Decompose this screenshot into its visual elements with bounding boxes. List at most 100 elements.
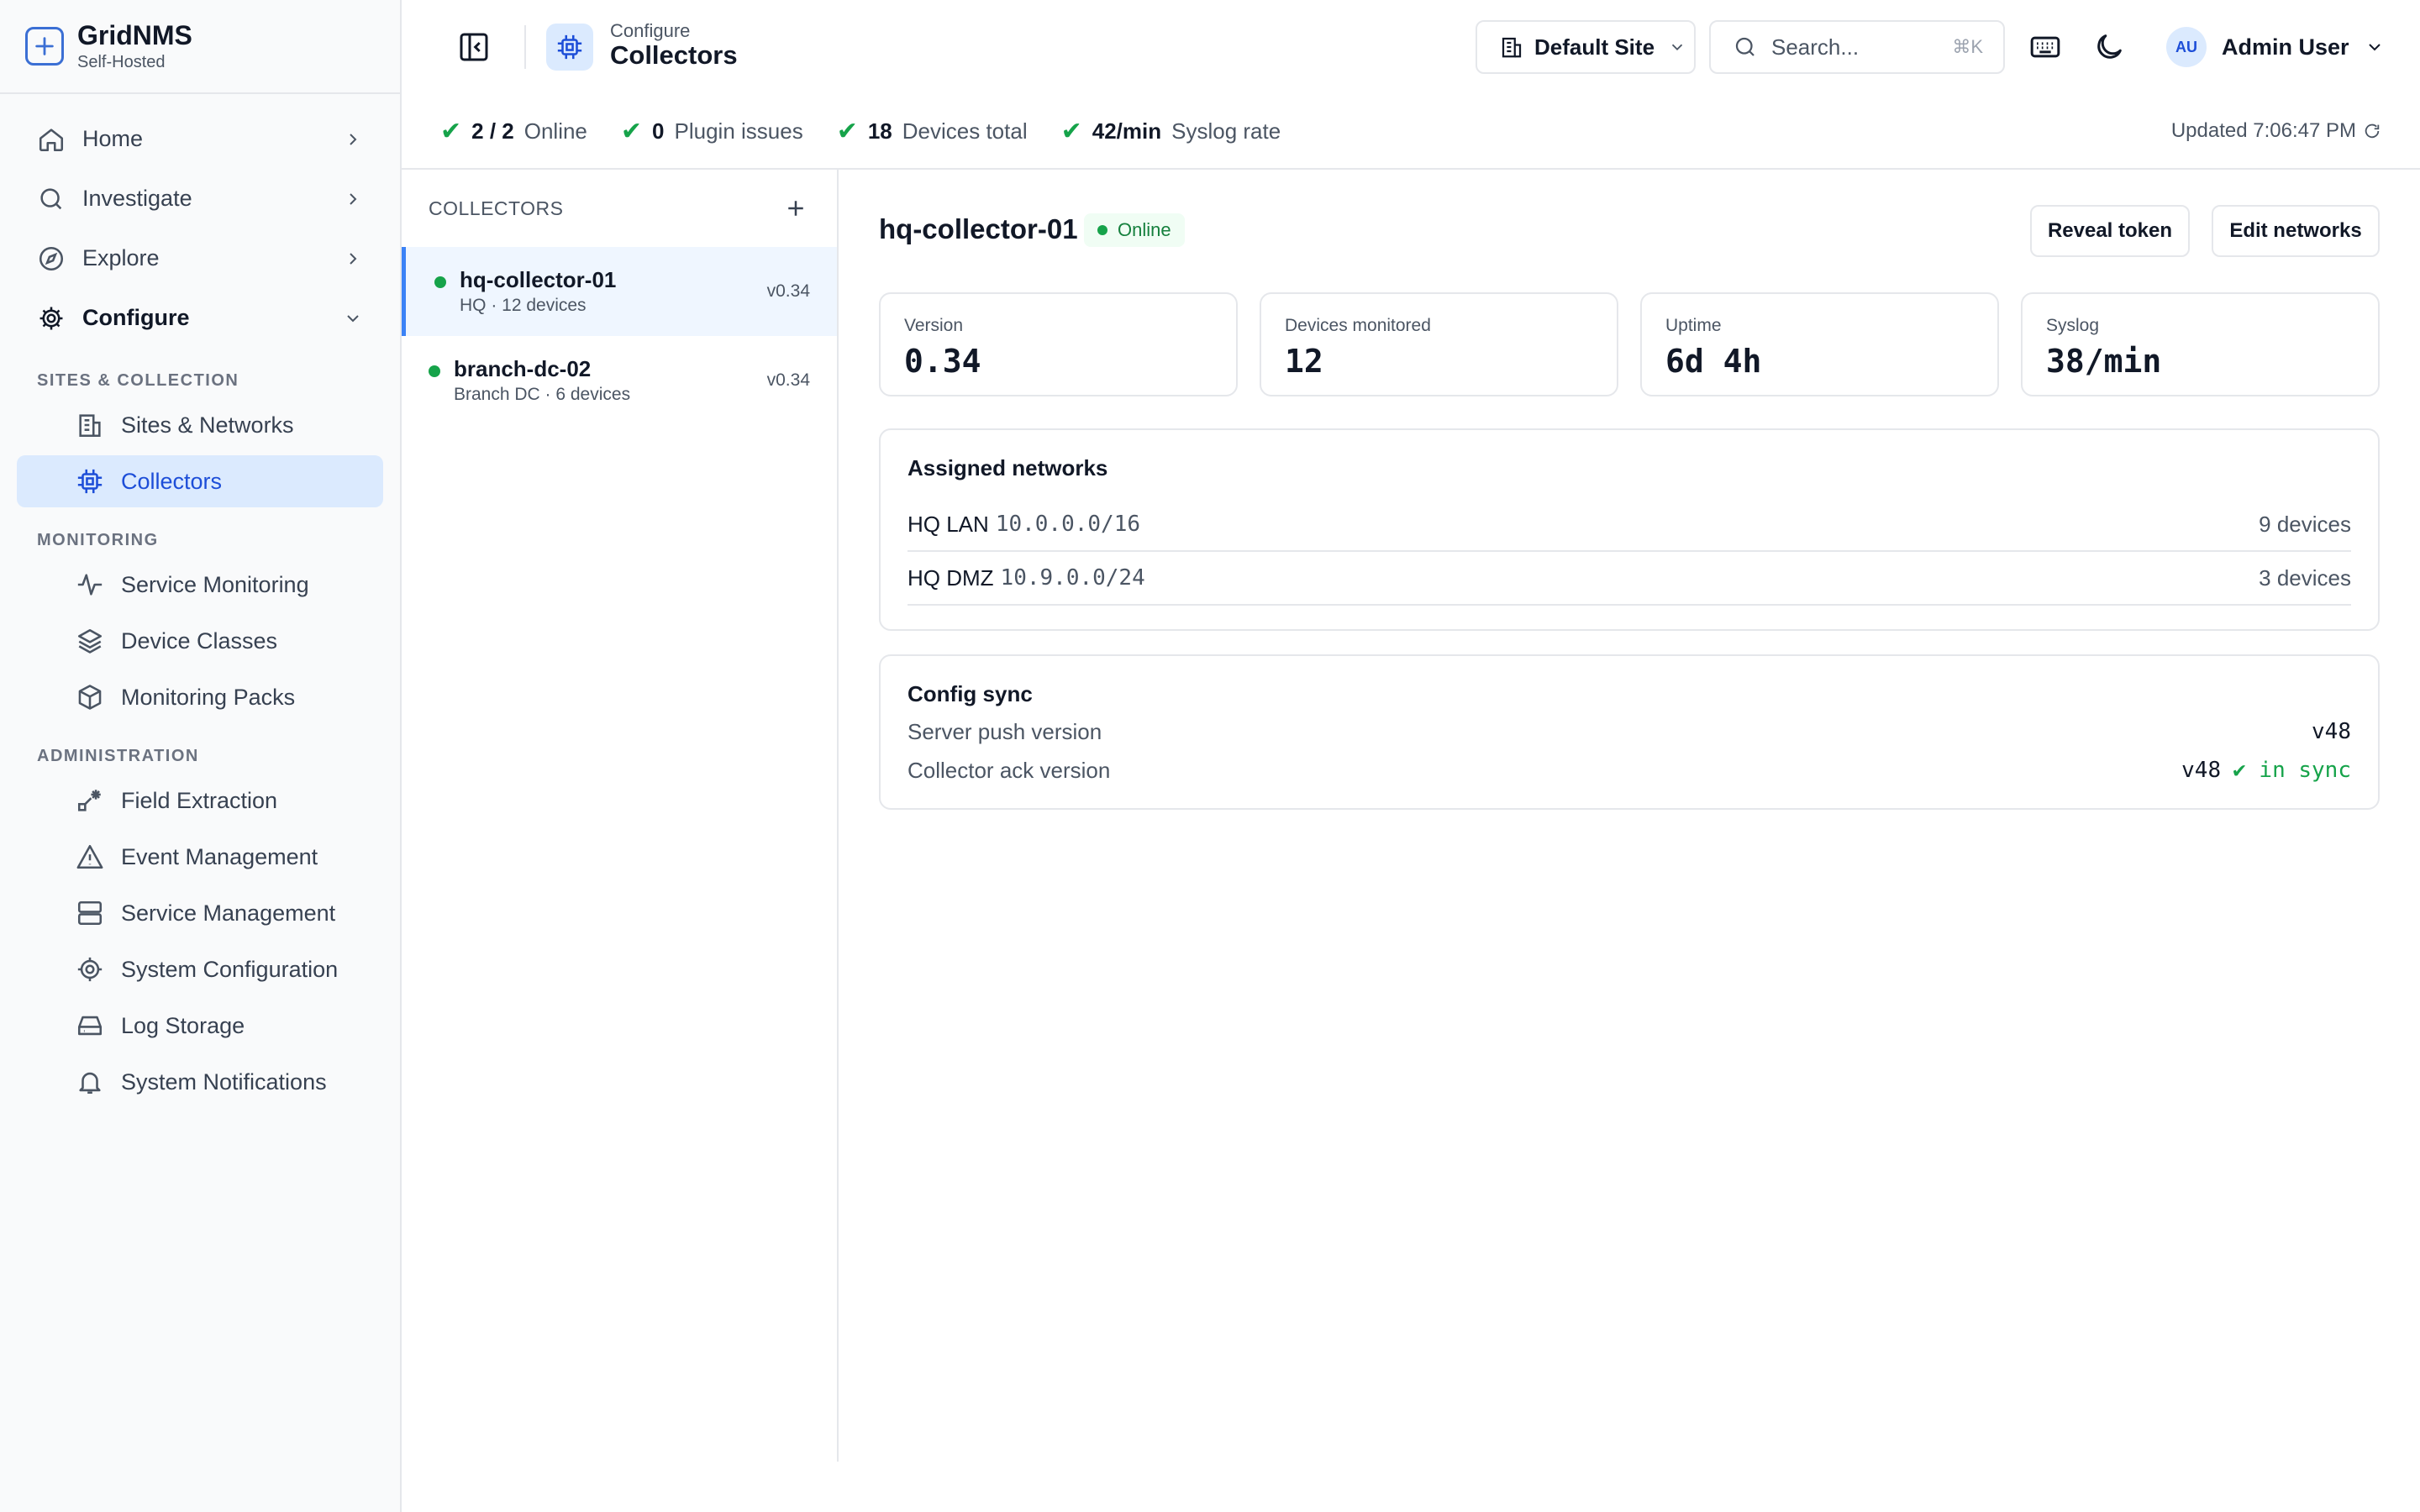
section-sites-collection: SITES & COLLECTION bbox=[37, 371, 239, 390]
moon-icon[interactable] bbox=[2092, 30, 2126, 64]
network-devices: 3 devices bbox=[2259, 564, 2351, 591]
nav-log-storage-label: Log Storage bbox=[121, 1012, 245, 1038]
network-name: HQ LAN bbox=[908, 511, 989, 537]
nav-service-monitoring-label: Service Monitoring bbox=[121, 571, 309, 597]
card-uptime: Uptime 6d 4h bbox=[1640, 292, 1999, 396]
nav-system-configuration[interactable]: System Configuration bbox=[17, 943, 383, 995]
user-menu[interactable]: AU Admin User bbox=[2166, 24, 2385, 71]
add-collector-icon[interactable] bbox=[783, 196, 808, 221]
updated-timestamp[interactable]: Updated 7:06:47 PM bbox=[2171, 119, 2381, 143]
nav-investigate-label: Investigate bbox=[82, 186, 192, 211]
nav-log-storage[interactable]: Log Storage bbox=[17, 1000, 383, 1052]
list-item[interactable]: branch-dc-02 Branch DC · 6 devices v0.34 bbox=[402, 336, 837, 425]
edit-networks-button[interactable]: Edit networks bbox=[2212, 205, 2380, 257]
online-dot bbox=[434, 276, 446, 288]
nav-home[interactable]: Home bbox=[17, 109, 383, 169]
server-push-label: Server push version bbox=[908, 718, 1102, 744]
table-row: HQ LAN 10.0.0.0/16 9 devices bbox=[908, 498, 2351, 552]
nav-configure-label: Configure bbox=[82, 305, 190, 330]
reveal-token-button[interactable]: Reveal token bbox=[2030, 205, 2190, 257]
nav-home-label: Home bbox=[82, 126, 144, 151]
chevron-down-icon bbox=[2368, 44, 2381, 51]
collector-detail: hq-collector-01 Online Reveal token Edit… bbox=[879, 170, 2380, 810]
card-label: Syslog bbox=[2046, 316, 2100, 335]
stat-label: Plugin issues bbox=[674, 118, 803, 144]
keyboard-icon[interactable] bbox=[2028, 30, 2062, 64]
top-header: Configure Collectors Default Site Search… bbox=[402, 0, 2420, 94]
collector-version: v0.34 bbox=[766, 281, 810, 301]
logo-icon bbox=[25, 27, 64, 66]
nav-event-management-label: Event Management bbox=[121, 843, 318, 869]
network-devices: 9 devices bbox=[2259, 511, 2351, 537]
search-icon bbox=[40, 187, 62, 209]
collector-ack-row: Collector ack version v48 ✔ in sync bbox=[908, 751, 2351, 790]
nav-event-management[interactable]: Event Management bbox=[17, 831, 383, 883]
refresh-icon[interactable] bbox=[2363, 122, 2381, 140]
config-sync-panel: Config sync Server push version v48 Coll… bbox=[879, 654, 2380, 810]
brand[interactable]: GridNMS Self-Hosted bbox=[0, 0, 400, 94]
assigned-networks-title: Assigned networks bbox=[908, 455, 1108, 480]
status-badge-label: Online bbox=[1118, 219, 1171, 240]
collectors-list: COLLECTORS hq-collector-01 HQ · 12 devic… bbox=[402, 170, 839, 1462]
bell-icon bbox=[79, 1072, 101, 1095]
building-icon bbox=[1502, 37, 1522, 58]
detail-title: hq-collector-01 bbox=[879, 213, 1078, 244]
nav-field-extraction[interactable]: Field Extraction bbox=[17, 774, 383, 827]
check-icon: ✔ bbox=[620, 117, 643, 145]
stat-value: 2 / 2 bbox=[471, 118, 514, 144]
nav-service-monitoring[interactable]: Service Monitoring bbox=[17, 559, 383, 611]
gear-icon bbox=[39, 307, 63, 329]
network-cidr: 10.0.0.0/16 bbox=[995, 512, 1140, 537]
nav-sites-networks[interactable]: Sites & Networks bbox=[17, 399, 383, 451]
server-push-value: v48 bbox=[2312, 719, 2351, 744]
card-devices-monitored: Devices monitored 12 bbox=[1260, 292, 1618, 396]
nav-system-notifications-label: System Notifications bbox=[121, 1068, 327, 1095]
nav-explore[interactable]: Explore bbox=[17, 228, 383, 288]
section-administration: ADMINISTRATION bbox=[37, 747, 199, 765]
cpu-icon bbox=[77, 469, 103, 494]
stat-label: Online bbox=[523, 118, 587, 144]
stat-value: 18 bbox=[867, 118, 892, 144]
nav-monitoring-packs[interactable]: Monitoring Packs bbox=[17, 671, 383, 723]
stat-label: Devices total bbox=[902, 118, 1028, 144]
site-selector[interactable]: Default Site bbox=[1476, 20, 1696, 74]
updated-text: Updated 7:06:47 PM bbox=[2170, 119, 2356, 142]
nav-configure[interactable]: Configure bbox=[17, 288, 383, 348]
list-item[interactable]: hq-collector-01 HQ · 12 devices v0.34 bbox=[402, 247, 837, 336]
check-icon: ✔ bbox=[440, 117, 462, 145]
search-placeholder: Search... bbox=[1771, 34, 1860, 60]
home-icon bbox=[39, 128, 64, 151]
status-badge: Online bbox=[1084, 213, 1185, 247]
nav-service-management-label: Service Management bbox=[121, 900, 336, 926]
online-dot bbox=[429, 365, 440, 377]
nav-service-management[interactable]: Service Management bbox=[17, 887, 383, 939]
card-version: Version 0.34 bbox=[879, 292, 1238, 396]
brand-name: GridNMS bbox=[77, 20, 192, 50]
breadcrumb-parent[interactable]: Configure bbox=[610, 20, 690, 42]
collector-ack-label: Collector ack version bbox=[908, 757, 1111, 783]
nav-collectors[interactable]: Collectors bbox=[17, 455, 383, 507]
nav-field-extraction-label: Field Extraction bbox=[121, 787, 278, 813]
check-icon: ✔ bbox=[836, 117, 858, 145]
card-syslog: Syslog 38/min bbox=[2021, 292, 2380, 396]
search-input[interactable]: Search... ⌘K bbox=[1709, 20, 2005, 74]
building-icon bbox=[79, 414, 101, 438]
page-icon bbox=[546, 24, 593, 71]
settings-icon bbox=[77, 957, 103, 982]
collector-name: hq-collector-01 bbox=[460, 267, 617, 292]
assigned-networks-panel: Assigned networks HQ LAN 10.0.0.0/16 9 d… bbox=[879, 428, 2380, 631]
nav-system-notifications[interactable]: System Notifications bbox=[17, 1056, 383, 1108]
table-row: HQ DMZ 10.9.0.0/24 3 devices bbox=[908, 552, 2351, 606]
search-icon bbox=[1735, 37, 1754, 56]
nav-device-classes[interactable]: Device Classes bbox=[17, 615, 383, 667]
stat-label: Syslog rate bbox=[1171, 118, 1281, 144]
server-push-row: Server push version v48 bbox=[908, 712, 2351, 751]
section-monitoring: MONITORING bbox=[37, 531, 159, 549]
check-icon: ✔ bbox=[1060, 117, 1082, 145]
sync-state: ✔ in sync bbox=[2233, 758, 2351, 783]
sidebar-toggle-icon[interactable] bbox=[457, 30, 491, 64]
stat-value: 42/min bbox=[1092, 118, 1162, 144]
stat-value: 0 bbox=[652, 118, 665, 144]
nav-investigate[interactable]: Investigate bbox=[17, 169, 383, 228]
search-shortcut: ⌘K bbox=[1952, 36, 1983, 57]
